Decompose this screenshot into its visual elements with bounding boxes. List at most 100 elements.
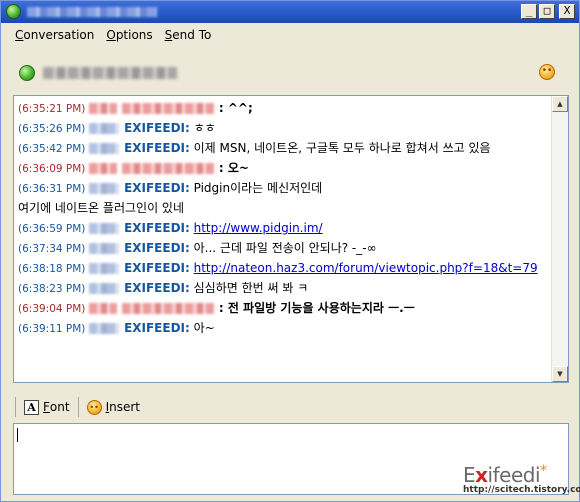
insert-button[interactable]: •• Insert: [81, 398, 146, 417]
menu-conversation[interactable]: Conversation: [9, 25, 100, 47]
wm-logo-x: x: [475, 463, 488, 487]
menu-bar: Conversation Options Send To: [1, 25, 579, 47]
message-timestamp: (6:36:31 PM): [18, 183, 86, 195]
message-line: (6:36:31 PM) EXIFEEDI: Pidgin이라는 메신저인데: [18, 178, 547, 198]
message-line: (6:36:59 PM) EXIFEEDI: http://www.pidgin…: [18, 218, 547, 238]
message-text: : 전 파일방 기능을 사용하는지라 ㅡ.ㅡ: [218, 301, 415, 315]
message-link[interactable]: http://www.pidgin.im/: [194, 221, 323, 235]
close-button[interactable]: X: [559, 4, 575, 19]
vertical-scrollbar[interactable]: ▲ ▼: [551, 96, 568, 382]
pidgin-conversation-window: _ □ X Conversation Options Send To •• (6…: [0, 0, 580, 502]
message-text: 아... 근데 파일 전송이 안되나? -_-∞: [189, 241, 377, 255]
message-text: 여기에 네이트온 플러그인이 있네: [18, 201, 185, 215]
buddy-icon-smiley[interactable]: ••: [539, 64, 555, 80]
maximize-button[interactable]: □: [539, 4, 555, 19]
toolbar-separator: [77, 397, 79, 417]
minimize-button[interactable]: _: [521, 4, 537, 19]
redacted-username: [89, 243, 120, 254]
message-timestamp: (6:35:26 PM): [18, 123, 86, 135]
font-label: ont: [49, 400, 70, 414]
message-text: Pidgin이라는 메신저인데: [189, 181, 323, 195]
message-line: (6:38:18 PM) EXIFEEDI: http://nateon.haz…: [18, 258, 547, 278]
message-line: (6:38:23 PM) EXIFEEDI: 심심하면 한번 써 봐 ㅋ: [18, 278, 547, 298]
redacted-username: [89, 103, 118, 114]
redacted-username: [122, 103, 215, 114]
toolbar-grip: [15, 397, 16, 417]
message-text: : ^^;: [218, 101, 253, 115]
message-line: (6:35:26 PM) EXIFEEDI: ㅎㅎ: [18, 118, 547, 138]
message-text: 이제 MSN, 네이트온, 구글톡 모두 하나로 합쳐서 쓰고 있음: [189, 141, 491, 155]
buddy-header: ••: [1, 49, 579, 93]
pidgin-status-icon: [6, 4, 21, 19]
scroll-up-arrow-icon[interactable]: ▲: [552, 96, 568, 112]
buddy-name-blurred: [43, 67, 177, 79]
message-sender: EXIFEEDI:: [124, 141, 190, 155]
redacted-username: [122, 163, 215, 174]
message-timestamp: (6:38:23 PM): [18, 283, 86, 295]
message-sender: EXIFEEDI:: [124, 121, 190, 135]
wm-star: *: [540, 463, 547, 479]
smiley-icon: ••: [86, 399, 102, 415]
message-text: 심심하면 한번 써 봐 ㅋ: [189, 281, 309, 295]
message-line: (6:36:09 PM) : 오~: [18, 158, 547, 178]
message-sender: EXIFEEDI:: [124, 261, 190, 275]
message-line: (6:39:11 PM) EXIFEEDI: 아~: [18, 318, 547, 338]
redacted-username: [89, 163, 118, 174]
message-sender: EXIFEEDI:: [124, 181, 190, 195]
message-sender: EXIFEEDI:: [124, 241, 190, 255]
message-line: (6:35:21 PM) : ^^;: [18, 98, 547, 118]
message-timestamp: (6:35:42 PM): [18, 143, 86, 155]
menu-accel: O: [106, 28, 116, 42]
buddy-available-icon: [19, 65, 35, 81]
message-timestamp: (6:36:09 PM): [18, 163, 86, 175]
message-line: (6:35:42 PM) EXIFEEDI: 이제 MSN, 네이트온, 구글톡…: [18, 138, 547, 158]
message-sender: EXIFEEDI:: [124, 221, 190, 235]
window-controls: _ □ X: [521, 4, 575, 19]
font-icon: A: [24, 399, 39, 415]
message-text: ㅎㅎ: [189, 121, 216, 135]
message-line: 여기에 네이트온 플러그인이 있네: [18, 198, 547, 218]
redacted-username: [89, 143, 120, 154]
message-link[interactable]: http://nateon.haz3.com/forum/viewtopic.p…: [194, 261, 538, 275]
watermark-url: http://scitech.tistory.com/: [463, 485, 580, 495]
redacted-username: [89, 303, 118, 314]
menu-label: ptions: [115, 28, 153, 42]
menu-options[interactable]: Options: [100, 25, 158, 47]
window-title-blurred: [27, 7, 157, 17]
wm-logo-a: E: [463, 463, 476, 487]
message-sender: EXIFEEDI:: [124, 321, 190, 335]
wm-logo-b: ifeedi: [487, 463, 541, 487]
redacted-username: [89, 283, 120, 294]
scroll-down-arrow-icon[interactable]: ▼: [552, 366, 568, 382]
message-timestamp: (6:37:34 PM): [18, 243, 86, 255]
message-timestamp: (6:39:11 PM): [18, 323, 86, 335]
message-timestamp: (6:39:04 PM): [18, 303, 86, 315]
redacted-username: [89, 223, 120, 234]
menu-label: onversation: [23, 28, 95, 42]
message-line: (6:39:04 PM) : 전 파일방 기능을 사용하는지라 ㅡ.ㅡ: [18, 298, 547, 318]
font-accel: F: [43, 400, 50, 414]
message-list: (6:35:21 PM) : ^^; (6:35:26 PM) EXIFEEDI:…: [14, 96, 551, 340]
redacted-username: [89, 323, 120, 334]
menu-send-to[interactable]: Send To: [159, 25, 218, 47]
menu-label: end To: [172, 28, 212, 42]
text-caret: [17, 428, 18, 442]
redacted-username: [89, 123, 120, 134]
conversation-history[interactable]: (6:35:21 PM) : ^^; (6:35:26 PM) EXIFEEDI:…: [13, 95, 569, 383]
insert-label: nsert: [109, 400, 140, 414]
message-timestamp: (6:38:18 PM): [18, 263, 86, 275]
redacted-username: [89, 263, 120, 274]
message-text: : 오~: [218, 161, 249, 175]
font-button[interactable]: A Font: [18, 398, 76, 417]
watermark-logo: Exifeedi*: [463, 463, 575, 487]
title-bar[interactable]: _ □ X: [1, 1, 579, 23]
redacted-username: [122, 303, 215, 314]
redacted-username: [89, 183, 120, 194]
format-toolbar: A Font •• Insert: [13, 393, 569, 421]
message-sender: EXIFEEDI:: [124, 281, 190, 295]
watermark: Exifeedi* http://scitech.tistory.com/: [463, 463, 580, 499]
message-timestamp: (6:36:59 PM): [18, 223, 86, 235]
message-timestamp: (6:35:21 PM): [18, 103, 86, 115]
message-line: (6:37:34 PM) EXIFEEDI: 아... 근데 파일 전송이 안되…: [18, 238, 547, 258]
message-text: 아~: [189, 321, 215, 335]
